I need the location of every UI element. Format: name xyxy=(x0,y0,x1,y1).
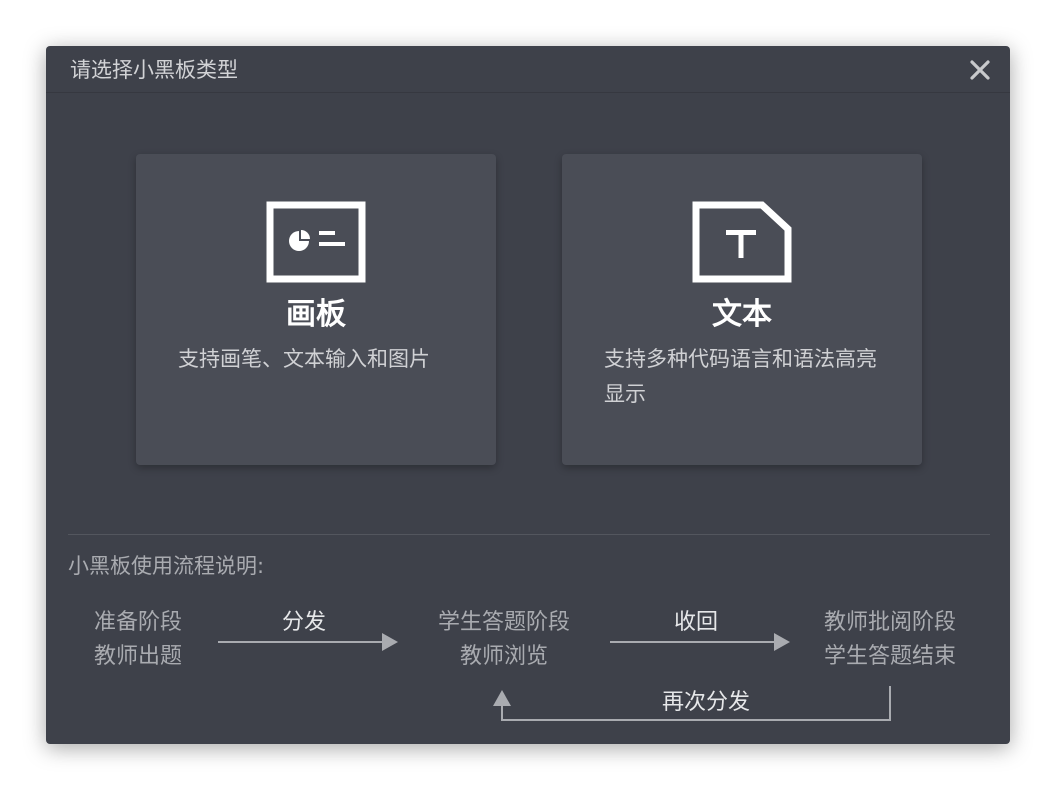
flow-stage-reviewing: 教师批阅阶段 学生答题结束 xyxy=(810,606,970,674)
flow-stage-line: 教师浏览 xyxy=(459,644,548,669)
flow-stage-line: 教师出题 xyxy=(93,644,182,669)
arrow-label-distribute: 分发 xyxy=(281,610,326,635)
flow-stage-answering: 学生答题阶段 教师浏览 xyxy=(424,606,584,674)
whiteboard-card[interactable]: 画板 支持画笔、文本输入和图片 xyxy=(136,154,496,465)
divider xyxy=(68,534,990,535)
whiteboard-icon xyxy=(266,201,366,283)
select-board-type-dialog: 请选择小黑板类型 画板 支持画笔、文本输入和图片 文本 支持多种代码语言和语法高… xyxy=(46,46,1010,744)
flow-title: 小黑板使用流程说明: xyxy=(68,554,265,578)
flow-stage-prepare: 准备阶段 教师出题 xyxy=(76,606,200,674)
flow-stage-line: 学生答题结束 xyxy=(823,644,956,669)
dialog-title: 请选择小黑板类型 xyxy=(70,58,238,82)
text-card-description: 支持多种代码语言和语法高亮显示 xyxy=(604,347,877,406)
close-icon[interactable] xyxy=(968,58,992,82)
text-card[interactable]: 文本 支持多种代码语言和语法高亮显示 xyxy=(562,154,922,465)
text-document-icon xyxy=(692,201,792,283)
arrow-label-collect: 收回 xyxy=(673,610,718,635)
text-card-name: 文本 xyxy=(712,297,772,332)
flow-stage-line: 学生答题阶段 xyxy=(437,610,570,635)
arrow-label-redistribute: 再次分发 xyxy=(661,690,750,715)
flow-stage-line: 教师批阅阶段 xyxy=(823,610,956,635)
dialog-titlebar: 请选择小黑板类型 xyxy=(46,46,1010,93)
whiteboard-card-name: 画板 xyxy=(286,297,346,332)
whiteboard-card-description: 支持画笔、文本输入和图片 xyxy=(178,347,430,371)
flow-stage-line: 准备阶段 xyxy=(93,610,182,635)
